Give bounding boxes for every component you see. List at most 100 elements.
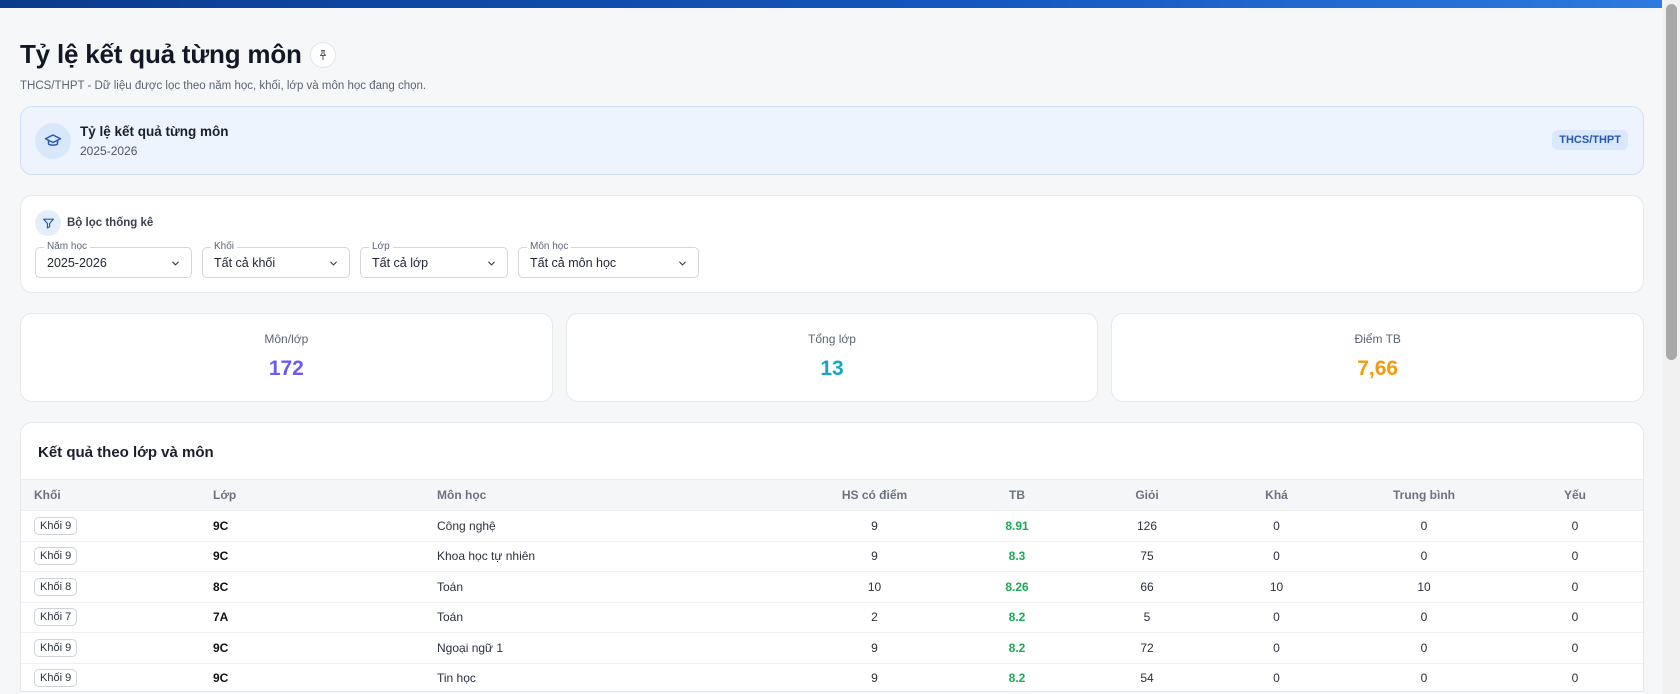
page-scrollbar[interactable] <box>1662 0 1680 694</box>
column-header[interactable]: Yếu <box>1507 480 1643 511</box>
cell-good: 10 <box>1212 571 1341 603</box>
grade-chip: Khối 9 <box>34 547 78 566</box>
chevron-down-icon <box>172 261 179 266</box>
pin-icon <box>319 49 326 60</box>
grade-chip: Khối 9 <box>34 516 78 535</box>
select-value: Tất cả khối <box>214 255 276 270</box>
stat-value: 7,66 <box>1357 357 1399 380</box>
column-header[interactable]: Môn học <box>437 480 797 511</box>
stat-value: 172 <box>268 357 304 380</box>
cell-class: 7A <box>213 602 437 633</box>
select-value: Tất cả môn học <box>530 255 617 270</box>
cell-subject: Khoa học tự nhiên <box>437 541 797 572</box>
column-header[interactable]: Khối <box>21 480 213 511</box>
select-label: Năm học <box>44 241 91 253</box>
cell-students-with-scores: 10 <box>797 571 952 603</box>
table-row[interactable]: Khối 9 9C Ngoại ngữ 1 9 8.2 72 0 0 0 <box>21 632 1643 664</box>
cell-average: 8.91 <box>952 510 1082 542</box>
page-content: Tỷ lệ kết quả từng môn THCS/THPT - Dữ li… <box>20 8 1645 692</box>
grade-select[interactable]: Khối Tất cả khối <box>202 241 350 278</box>
cell-weak: 0 <box>1507 510 1643 542</box>
cell-excellent: 72 <box>1082 632 1212 664</box>
cell-grade: Khối 9 <box>21 541 213 572</box>
cell-weak: 0 <box>1507 571 1643 603</box>
results-table-card: Kết quả theo lớp và môn Khối Lớp Môn học… <box>20 422 1644 692</box>
cell-class: 9C <box>213 632 437 664</box>
cell-good: 0 <box>1212 632 1341 664</box>
cell-good: 0 <box>1212 541 1341 572</box>
grade-chip: Khối 9 <box>34 669 78 688</box>
grade-chip: Khối 8 <box>34 577 78 596</box>
cell-excellent: 66 <box>1082 571 1212 603</box>
column-header[interactable]: HS có điểm <box>797 480 952 511</box>
stat-label: Môn/lớp <box>264 332 309 346</box>
stats-row: Môn/lớp 172 Tổng lớp 13 Điểm TB 7,66 <box>20 313 1645 402</box>
cell-average: 8.3 <box>952 541 1082 572</box>
title-row: Tỷ lệ kết quả từng môn <box>20 39 1644 70</box>
report-banner: Tỷ lệ kết quả từng môn 2025-2026 THCS/TH… <box>20 106 1644 175</box>
cell-excellent: 126 <box>1082 510 1212 542</box>
table-row[interactable]: Khối 9 9C Tin học 9 8.2 54 0 0 0 <box>21 663 1643 691</box>
cell-students-with-scores: 9 <box>797 663 952 691</box>
scrollbar-thumb[interactable] <box>1666 4 1677 360</box>
cell-average: 8.2 <box>952 602 1082 633</box>
table-body: Khối 9 9C Công nghệ 9 8.91 126 0 0 0 Khối 9 9C Khoa… <box>21 510 1643 691</box>
select-value: 2025-2026 <box>47 255 107 270</box>
column-header[interactable]: Giỏi <box>1082 480 1212 511</box>
cell-average-level: 0 <box>1341 541 1507 572</box>
select-label: Môn học <box>527 241 572 253</box>
grade-chip: Khối 7 <box>34 608 78 627</box>
cell-grade: Khối 9 <box>21 663 213 691</box>
table-row[interactable]: Khối 8 8C Toán 10 8.26 66 10 10 0 <box>21 571 1643 603</box>
cell-average-level: 10 <box>1341 571 1507 603</box>
cell-grade: Khối 9 <box>21 632 213 664</box>
cell-average-level: 0 <box>1341 510 1507 542</box>
cell-grade: Khối 7 <box>21 602 213 633</box>
cell-weak: 0 <box>1507 541 1643 572</box>
column-header[interactable]: Trung bình <box>1341 480 1507 511</box>
school-level-badge: THCS/THPT <box>1552 130 1628 150</box>
cell-average: 8.2 <box>952 663 1082 691</box>
stat-card-average-score: Điểm TB 7,66 <box>1111 313 1645 402</box>
cell-average-level: 0 <box>1341 602 1507 633</box>
cell-average: 8.26 <box>952 571 1082 603</box>
column-header[interactable]: TB <box>952 480 1082 511</box>
cell-grade: Khối 9 <box>21 510 213 542</box>
stat-label: Tổng lớp <box>808 332 856 346</box>
column-header[interactable]: Khá <box>1212 480 1341 511</box>
cell-average: 8.2 <box>952 632 1082 664</box>
cell-students-with-scores: 9 <box>797 510 952 542</box>
table-row[interactable]: Khối 9 9C Công nghệ 9 8.91 126 0 0 0 <box>21 510 1643 542</box>
select-label: Lớp <box>369 241 393 253</box>
table-title: Kết quả theo lớp và môn <box>38 444 214 461</box>
page-subtitle: THCS/THPT - Dữ liệu được lọc theo năm họ… <box>20 80 427 92</box>
cell-weak: 0 <box>1507 632 1643 664</box>
cell-good: 0 <box>1212 602 1341 633</box>
school-year-select[interactable]: Năm học 2025-2026 <box>35 241 192 278</box>
cell-average-level: 0 <box>1341 663 1507 691</box>
page-title: Tỷ lệ kết quả từng môn <box>20 39 302 69</box>
cell-students-with-scores: 9 <box>797 632 952 664</box>
filter-panel: Bộ lọc thống kê Năm học 2025-2026 Khối T… <box>20 195 1644 293</box>
table-row[interactable]: Khối 9 9C Khoa học tự nhiên 9 8.3 75 0 0 0 <box>21 541 1643 572</box>
chevron-down-icon <box>330 261 337 266</box>
cell-class: 8C <box>213 571 437 603</box>
cell-subject: Toán <box>437 602 797 633</box>
pin-button[interactable] <box>309 41 336 68</box>
column-header[interactable]: Lớp <box>213 480 437 511</box>
top-accent-bar <box>0 0 1662 8</box>
cell-weak: 0 <box>1507 663 1643 691</box>
results-table: Khối Lớp Môn học HS có điểm TB Giỏi Khá … <box>21 479 1643 691</box>
cell-students-with-scores: 2 <box>797 602 952 633</box>
chevron-down-icon <box>488 261 495 266</box>
stat-label: Điểm TB <box>1354 332 1401 346</box>
table-row[interactable]: Khối 7 7A Toán 2 8.2 5 0 0 0 <box>21 602 1643 633</box>
cell-subject: Toán <box>437 571 797 603</box>
class-select[interactable]: Lớp Tất cả lớp <box>360 241 508 278</box>
banner-year: 2025-2026 <box>80 143 138 158</box>
subject-select[interactable]: Môn học Tất cả môn học <box>518 241 699 278</box>
cell-average-level: 0 <box>1341 632 1507 664</box>
cell-grade: Khối 8 <box>21 571 213 603</box>
grade-chip: Khối 9 <box>34 638 78 657</box>
cell-good: 0 <box>1212 663 1341 691</box>
